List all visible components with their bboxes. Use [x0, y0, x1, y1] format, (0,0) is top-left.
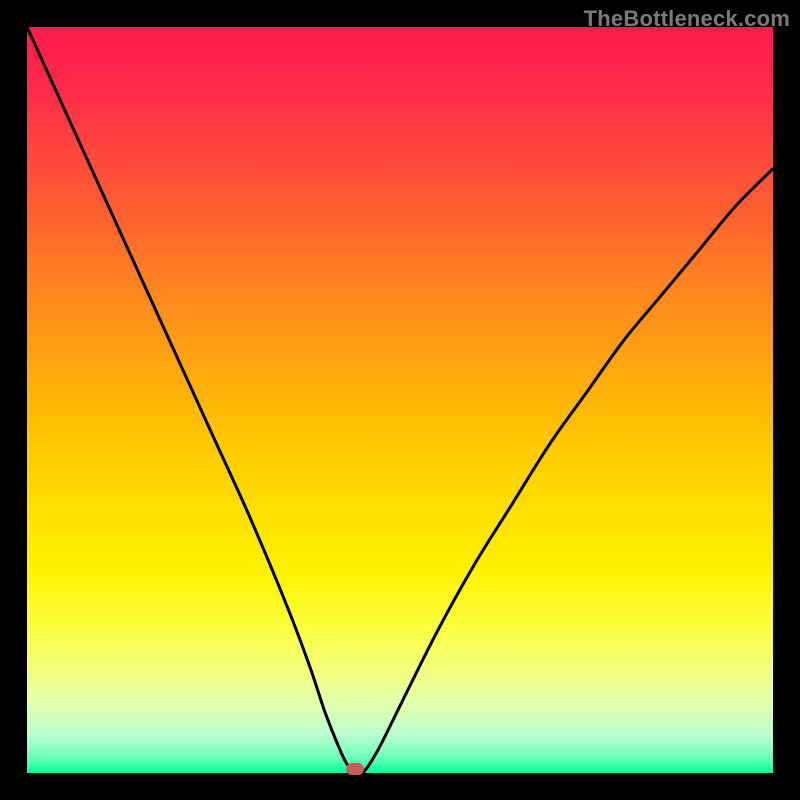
minimum-marker [346, 763, 364, 775]
bottleneck-curve [27, 27, 773, 773]
plot-area [27, 27, 773, 773]
chart-frame: TheBottleneck.com [0, 0, 800, 800]
